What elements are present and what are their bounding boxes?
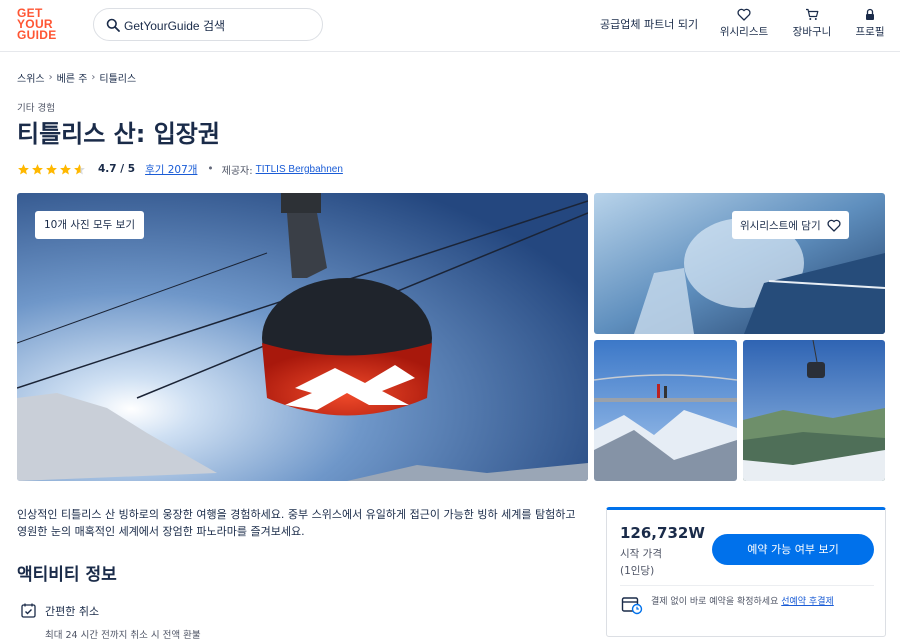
rating-value: 4.7 / 5	[98, 163, 136, 175]
chevron-right-icon: ›	[48, 72, 53, 83]
activity-info-title: 액티비티 정보	[17, 565, 117, 585]
wishlist-button[interactable]: 위시리스트	[716, 8, 772, 39]
breadcrumb: 스위스 › 베른 주 › 티틀리스	[17, 70, 136, 85]
chevron-right-icon: ›	[91, 72, 96, 83]
reserve-info-copy: 결제 없이 바로 예약을 확정하세요	[651, 597, 782, 607]
reserve-now-pay-later-info: 결제 없이 바로 예약을 확정하세요 선예약 후결제	[621, 595, 877, 615]
star-rating	[17, 163, 86, 176]
heart-icon	[827, 219, 841, 232]
breadcrumb-item-titlis[interactable]: 티틀리스	[99, 70, 136, 85]
reserve-info-text: 결제 없이 바로 예약을 확정하세요 선예약 후결제	[651, 595, 834, 615]
page-title: 티틀리스 산: 입장권	[17, 120, 220, 148]
star-half-icon	[74, 163, 85, 174]
breadcrumb-item-switzerland[interactable]: 스위스	[17, 70, 45, 85]
calendar-clock-icon	[621, 597, 643, 615]
top-header: GET YOUR GUIDE GetYourGuide 검색 공급업체 파트너 …	[0, 0, 900, 52]
star-icon	[60, 163, 71, 174]
feature-subtitle: 최대 24 시간 전까지 취소 시 전액 환불	[45, 630, 201, 641]
check-availability-button[interactable]: 예약 가능 여부 보기	[712, 534, 874, 565]
booking-card: 126,732W 시작 가격 (1인당) 예약 가능 여부 보기 결제 없이 바…	[606, 507, 886, 637]
card-divider	[620, 585, 874, 586]
partner-link[interactable]: 공급업체 파트너 되기	[600, 16, 698, 32]
search-icon	[106, 18, 120, 32]
calendar-check-icon	[21, 603, 36, 618]
logo-line: GUIDE	[17, 28, 57, 42]
free-cancellation-feature: 간편한 취소	[20, 602, 99, 619]
feature-title: 간편한 취소	[45, 604, 100, 618]
activity-category: 기타 경험	[17, 103, 55, 114]
lock-profile-icon	[866, 8, 874, 20]
provider-link[interactable]: TITLIS Bergbahnen	[256, 164, 343, 175]
profile-button[interactable]: 프로필	[852, 8, 888, 39]
add-to-wishlist-button[interactable]: 위시리스트에 담기	[732, 211, 849, 239]
price-label: 시작 가격	[620, 548, 662, 560]
view-all-photos-button[interactable]: 10개 사진 모두 보기	[35, 211, 144, 239]
cart-button[interactable]: 장바구니	[789, 8, 835, 39]
provider-label: 제공자:	[221, 165, 253, 177]
photo-cliff-walk-bridge[interactable]	[594, 340, 737, 481]
getyourguide-logo[interactable]: GET YOUR GUIDE	[17, 7, 61, 42]
photo-valley-gondola[interactable]	[743, 340, 885, 481]
star-icon	[46, 163, 57, 174]
price-value: 126,732W	[620, 524, 705, 542]
add-to-wishlist-label: 위시리스트에 담기	[740, 219, 821, 232]
cart-icon	[806, 8, 819, 20]
search-placeholder: GetYourGuide 검색	[124, 19, 226, 33]
rating-row: 4.7 / 5 후기 207개 • 제공자: TITLIS Bergbahnen	[17, 161, 343, 177]
price-per-person: (1인당)	[620, 565, 655, 577]
heart-icon	[737, 8, 751, 21]
separator-dot: •	[207, 163, 214, 175]
wishlist-label: 위시리스트	[719, 26, 769, 38]
reviews-link[interactable]: 후기 207개	[145, 162, 197, 177]
cart-label: 장바구니	[792, 26, 832, 38]
star-icon	[32, 163, 43, 174]
breadcrumb-item-bern[interactable]: 베른 주	[57, 70, 88, 85]
search-input[interactable]: GetYourGuide 검색	[93, 8, 323, 41]
star-icon	[18, 163, 29, 174]
profile-label: 프로필	[855, 26, 885, 38]
reserve-now-pay-later-link[interactable]: 선예약 후결제	[781, 597, 834, 607]
activity-description: 인상적인 티틀리스 산 빙하로의 웅장한 여행을 경험하세요. 중부 스위스에서…	[17, 508, 576, 538]
